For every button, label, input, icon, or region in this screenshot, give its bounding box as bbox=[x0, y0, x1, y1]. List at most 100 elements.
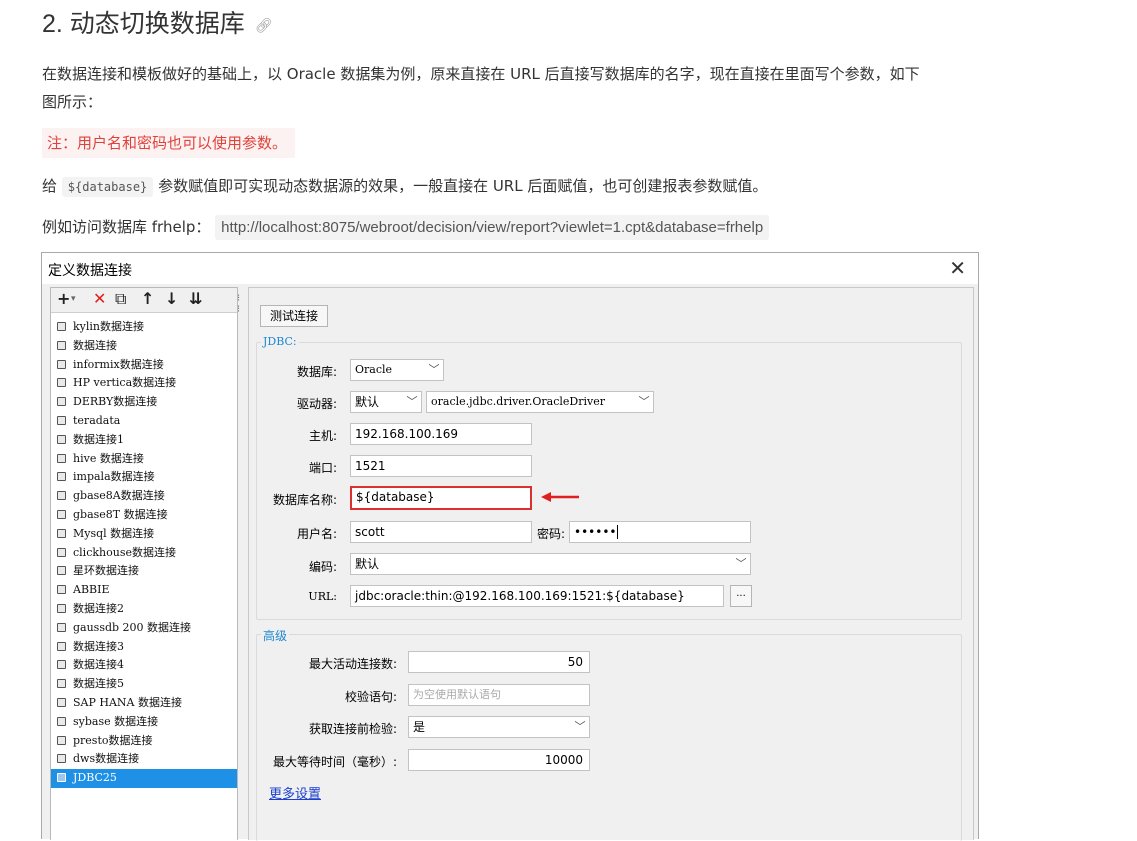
connection-item[interactable]: 数据连接 bbox=[51, 337, 237, 356]
advanced-group-title: 高级 bbox=[261, 627, 290, 644]
connection-item[interactable]: 数据连接3 bbox=[51, 638, 237, 657]
connection-item-label: 数据连接2 bbox=[73, 601, 124, 615]
connection-item[interactable]: kylin数据连接 bbox=[51, 318, 237, 337]
add-icon[interactable]: + bbox=[57, 289, 70, 308]
connection-item[interactable]: DERBY数据连接 bbox=[51, 393, 237, 412]
test-connection-button[interactable]: 测试连接 bbox=[260, 305, 328, 327]
connection-item-label: 数据连接1 bbox=[73, 432, 124, 446]
connection-item[interactable]: presto数据连接 bbox=[51, 732, 237, 751]
database-icon bbox=[57, 603, 66, 613]
database-icon bbox=[57, 378, 66, 388]
delete-icon[interactable]: ✕ bbox=[93, 289, 106, 308]
move-up-icon[interactable]: ↑ bbox=[141, 289, 154, 308]
define-connection-dialog: 定义数据连接 ✕ + ▾ ✕ ⧉ ↑ ↓ ⇊ kylin数据连接 数据连接 info… bbox=[41, 252, 979, 841]
connection-item[interactable]: impala数据连接 bbox=[51, 468, 237, 487]
url-more-button[interactable]: ... bbox=[730, 585, 752, 607]
driver-mode-select[interactable]: 默认 ﹀ bbox=[350, 391, 422, 413]
dialog-title: 定义数据连接 bbox=[48, 263, 132, 279]
host-input[interactable]: 192.168.100.169 bbox=[350, 423, 532, 445]
copy-icon[interactable]: ⧉ bbox=[115, 289, 126, 309]
note-callout: 注：用户名和密码也可以使用参数。 bbox=[42, 128, 296, 158]
jdbc-group-title: JDBC: bbox=[261, 335, 299, 348]
chevron-down-icon: ﹀ bbox=[574, 720, 586, 733]
connection-item[interactable]: JDBC25 bbox=[51, 769, 237, 788]
connection-item[interactable]: SAP HANA 数据连接 bbox=[51, 694, 237, 713]
test-before-value: 是 bbox=[413, 720, 426, 734]
dbname-input[interactable]: ${database} bbox=[350, 486, 532, 510]
link-icon[interactable]: 🔗︎ bbox=[255, 17, 273, 33]
example-paragraph: 例如访问数据库 frhelp： http://localhost:8075/we… bbox=[42, 213, 770, 242]
max-wait-label: 最大等待时间（毫秒）: bbox=[272, 755, 397, 769]
connection-item[interactable]: 数据连接5 bbox=[51, 675, 237, 694]
password-input[interactable]: ••••••​ bbox=[569, 521, 751, 543]
param-text-after: 参数赋值即可实现动态数据源的效果，一般直接在 URL 后面赋值，也可创建报表参数… bbox=[158, 177, 768, 195]
connection-item-label: dws数据连接 bbox=[73, 752, 140, 766]
database-icon bbox=[57, 340, 66, 350]
max-wait-input[interactable]: 10000 bbox=[408, 749, 590, 771]
url-input[interactable]: jdbc:oracle:thin:@192.168.100.169:1521:$… bbox=[350, 585, 724, 607]
database-icon bbox=[57, 415, 66, 425]
database-icon bbox=[57, 622, 66, 632]
database-icon bbox=[57, 566, 66, 576]
connection-item[interactable]: Mysql 数据连接 bbox=[51, 525, 237, 544]
database-icon bbox=[57, 397, 66, 407]
database-select[interactable]: Oracle ﹀ bbox=[350, 359, 444, 381]
database-icon bbox=[57, 434, 66, 444]
move-down-icon[interactable]: ↓ bbox=[165, 289, 178, 308]
connection-item[interactable]: gbase8A数据连接 bbox=[51, 487, 237, 506]
param-code: ${database} bbox=[61, 177, 154, 197]
close-icon[interactable]: ✕ bbox=[949, 256, 966, 280]
database-label: 数据库: bbox=[296, 365, 337, 379]
connection-item[interactable]: informix数据连接 bbox=[51, 356, 237, 375]
connection-item-label: kylin数据连接 bbox=[73, 320, 145, 333]
add-dropdown-icon[interactable]: ▾ bbox=[71, 294, 76, 304]
connection-item-label: 数据连接3 bbox=[73, 639, 124, 653]
username-label: 用户名: bbox=[296, 527, 337, 541]
connection-item-label: HP vertica数据连接 bbox=[73, 376, 177, 390]
connection-item[interactable]: ABBIE bbox=[51, 581, 237, 600]
connection-item[interactable]: dws数据连接 bbox=[51, 750, 237, 769]
connection-item-label: Mysql 数据连接 bbox=[73, 526, 155, 540]
param-text-before: 给 bbox=[42, 177, 58, 195]
connection-item-label: 数据连接 bbox=[73, 338, 117, 352]
connection-item-label: presto数据连接 bbox=[73, 733, 153, 747]
connection-item[interactable]: 星环数据连接 bbox=[51, 562, 237, 581]
text-cursor: ​ bbox=[617, 525, 619, 539]
connection-toolbar: + ▾ ✕ ⧉ ↑ ↓ ⇊ bbox=[51, 288, 237, 313]
example-text: 例如访问数据库 frhelp： bbox=[42, 218, 211, 236]
intro-paragraph: 在数据连接和模板做好的基础上，以 Oracle 数据集为例，原来直接在 URL … bbox=[42, 60, 920, 116]
port-input[interactable]: 1521 bbox=[350, 455, 532, 477]
more-settings-link[interactable]: 更多设置 bbox=[269, 783, 321, 802]
max-active-input[interactable]: 50 bbox=[408, 651, 590, 673]
connection-item[interactable]: gaussdb 200 数据连接 bbox=[51, 619, 237, 638]
test-before-select[interactable]: 是 ﹀ bbox=[408, 716, 590, 738]
connection-tree: kylin数据连接 数据连接 informix数据连接 HP vertica数据连接 D… bbox=[51, 318, 237, 788]
encoding-value: 默认 bbox=[355, 557, 380, 571]
connection-item[interactable]: sybase 数据连接 bbox=[51, 713, 237, 732]
connection-item[interactable]: clickhouse数据连接 bbox=[51, 544, 237, 563]
username-input[interactable]: scott bbox=[350, 521, 532, 543]
sort-icon[interactable]: ⇊ bbox=[189, 289, 202, 308]
password-value: •••••• bbox=[574, 525, 617, 539]
connection-item[interactable]: 数据连接1 bbox=[51, 431, 237, 450]
param-paragraph: 给 ${database} 参数赋值即可实现动态数据源的效果，一般直接在 URL… bbox=[42, 172, 767, 201]
driver-mode-value: 默认 bbox=[355, 395, 380, 409]
connection-item[interactable]: hive 数据连接 bbox=[51, 450, 237, 469]
validation-input[interactable]: 为空使用默认语句 bbox=[408, 684, 590, 706]
section-heading: 2. 动态切换数据库 🔗︎ bbox=[42, 4, 273, 40]
connection-item[interactable]: 数据连接4 bbox=[51, 656, 237, 675]
driver-class-select[interactable]: oracle.jdbc.driver.OracleDriver ﹀ bbox=[426, 391, 654, 413]
connection-item[interactable]: teradata bbox=[51, 412, 237, 431]
encoding-select[interactable]: 默认 ﹀ bbox=[350, 553, 751, 575]
database-icon bbox=[57, 509, 66, 519]
connection-item[interactable]: gbase8T 数据连接 bbox=[51, 506, 237, 525]
connection-item-label: 星环数据连接 bbox=[73, 564, 139, 578]
connection-item-label: 数据连接4 bbox=[73, 658, 124, 672]
splitter-handle[interactable]: ⁝ ⁝ bbox=[237, 293, 240, 315]
connection-item-label: sybase 数据连接 bbox=[73, 714, 159, 728]
connection-item[interactable]: 数据连接2 bbox=[51, 600, 237, 619]
intro-line-2: 图所示： bbox=[42, 93, 103, 111]
connection-item[interactable]: HP vertica数据连接 bbox=[51, 374, 237, 393]
connection-item-label: gaussdb 200 数据连接 bbox=[73, 620, 192, 634]
chevron-down-icon: ﹀ bbox=[406, 395, 418, 408]
